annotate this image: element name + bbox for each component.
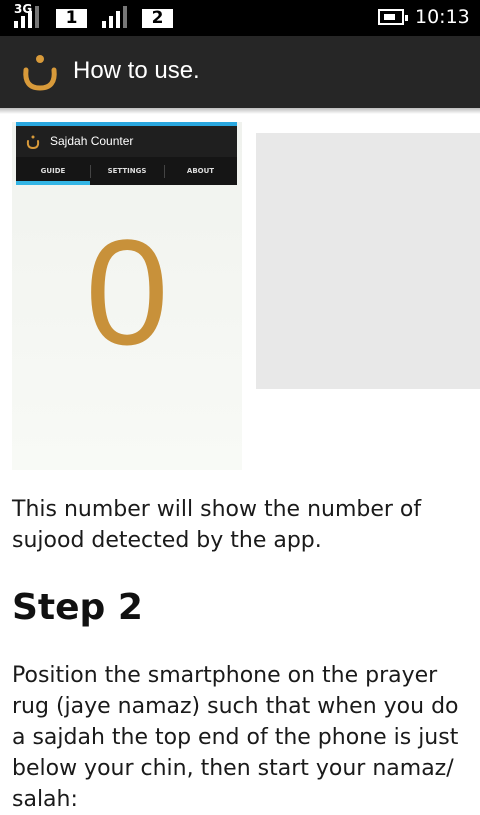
screenshot-app-logo-icon bbox=[26, 135, 40, 150]
image-placeholder bbox=[256, 133, 480, 389]
page-title: How to use. bbox=[73, 57, 200, 84]
signal-icon-sim1 bbox=[14, 6, 48, 28]
clock: 10:13 bbox=[415, 6, 470, 28]
screenshot-tab-indicator bbox=[16, 181, 90, 185]
step-heading: Step 2 bbox=[12, 587, 143, 628]
screenshot-tab-about: ABOUT bbox=[186, 167, 215, 175]
signal-icon-sim2 bbox=[102, 6, 136, 28]
screenshot-tab-bar: GUIDE SETTINGS ABOUT bbox=[16, 157, 237, 185]
app-screenshot: Sajdah Counter GUIDE SETTINGS ABOUT 0 bbox=[12, 122, 242, 470]
guide-paragraph-2: Position the smartphone on the prayer ru… bbox=[12, 663, 459, 812]
action-bar: How to use. bbox=[0, 36, 480, 108]
screenshot-tab-settings: SETTINGS bbox=[107, 167, 147, 175]
battery-charging-icon bbox=[378, 9, 408, 25]
sim2-badge: 2 bbox=[142, 9, 173, 28]
sim1-badge: 1 bbox=[56, 9, 87, 28]
screenshot-counter-value: 0 bbox=[85, 208, 169, 376]
screenshot-action-bar: Sajdah Counter bbox=[16, 126, 237, 157]
guide-paragraph-1: This number will show the number of sujo… bbox=[12, 497, 422, 553]
app-logo-icon[interactable] bbox=[20, 50, 60, 94]
action-bar-shadow bbox=[0, 108, 480, 114]
screenshot-app-title: Sajdah Counter bbox=[50, 134, 134, 148]
status-bar: 3G 1 2 10:13 bbox=[0, 0, 480, 36]
